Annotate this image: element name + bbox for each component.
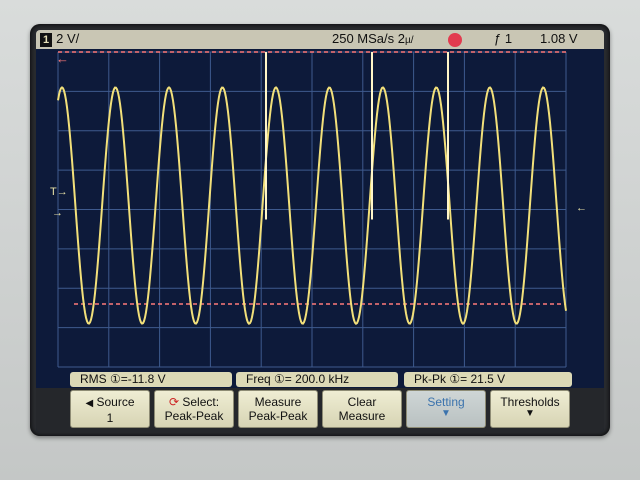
source-value: 1 <box>106 411 114 425</box>
channel-badge: 1 <box>40 33 53 47</box>
pkpk-label: Pk-Pk <box>414 372 447 386</box>
rms-measurement[interactable]: RMS ①=-11.8 V <box>70 372 232 387</box>
time-unit: µ/ <box>405 35 414 46</box>
freq-value: = 200.0 kHz <box>284 372 350 386</box>
select-label: Select: <box>182 395 220 409</box>
rms-label: RMS <box>80 372 107 386</box>
measure-value: Peak-Peak <box>248 409 308 423</box>
softkey-bar: ◀ Source 1 ⟳ Select: Peak-Peak Measure P… <box>36 388 604 432</box>
run-stop-indicator-icon <box>448 33 462 47</box>
trigger-edge-icon: ƒ <box>494 31 502 46</box>
pkpk-value: = 21.5 V <box>460 372 506 386</box>
source-label: Source <box>96 395 135 409</box>
thresholds-label: Thresholds <box>500 395 560 409</box>
trigger-channel: 1 <box>504 31 513 46</box>
pkpk-measurement[interactable]: Pk-Pk ①= 21.5 V <box>404 372 572 387</box>
measurement-bar: RMS ①=-11.8 V Freq ①= 200.0 kHz Pk-Pk ①=… <box>36 371 604 387</box>
freq-label: Freq <box>246 372 271 386</box>
time-per-div: 2 <box>397 31 406 46</box>
clear-value: Measure <box>338 409 386 423</box>
rotary-knob-icon: ⟳ <box>168 395 180 409</box>
chevron-down-icon: ▼ <box>525 408 535 419</box>
clear-label: Clear <box>347 395 377 409</box>
setting-button[interactable]: Setting ▼ <box>406 390 486 428</box>
trigger-level: 1.08 V <box>540 31 578 46</box>
sample-rate-readout: 250 MSa/s 2µ/ <box>332 31 414 46</box>
clear-measure-button[interactable]: Clear Measure <box>322 390 402 428</box>
source-button[interactable]: ◀ Source 1 <box>70 390 150 428</box>
chevron-down-icon: ▼ <box>441 408 451 419</box>
select-button[interactable]: ⟳ Select: Peak-Peak <box>154 390 234 428</box>
source-arrow-icon: ◀ <box>85 398 94 409</box>
right-marker: ← <box>576 202 587 214</box>
pkpk-channel-icon: ① <box>449 372 461 386</box>
trigger-level-marker: T→ <box>50 186 68 198</box>
waveform-display <box>36 49 604 371</box>
trigger-readout: ƒ 1 <box>494 31 512 46</box>
rms-value: =-11.8 V <box>120 372 166 386</box>
freq-measurement[interactable]: Freq ①= 200.0 kHz <box>236 372 398 387</box>
oscilloscope-screen: 12 V/ 250 MSa/s 2µ/ ƒ 1 1.08 V ← T→ → ← … <box>36 30 604 432</box>
sample-rate: 250 MSa/s <box>332 31 395 46</box>
setting-label: Setting <box>427 395 465 409</box>
thresholds-button[interactable]: Thresholds ▼ <box>490 390 570 428</box>
rms-channel-icon: ① <box>110 372 121 386</box>
ground-marker: → <box>52 207 63 219</box>
channel-indicator[interactable]: 12 V/ <box>40 31 79 47</box>
status-bar: 12 V/ 250 MSa/s 2µ/ ƒ 1 1.08 V <box>36 30 604 49</box>
select-value: Peak-Peak <box>164 409 224 423</box>
freq-channel-icon: ① <box>274 372 285 386</box>
left-arrow-icon: ← <box>56 51 69 66</box>
measure-button[interactable]: Measure Peak-Peak <box>238 390 318 428</box>
volts-per-div: 2 V/ <box>56 31 80 46</box>
measure-label: Measure <box>254 395 302 409</box>
